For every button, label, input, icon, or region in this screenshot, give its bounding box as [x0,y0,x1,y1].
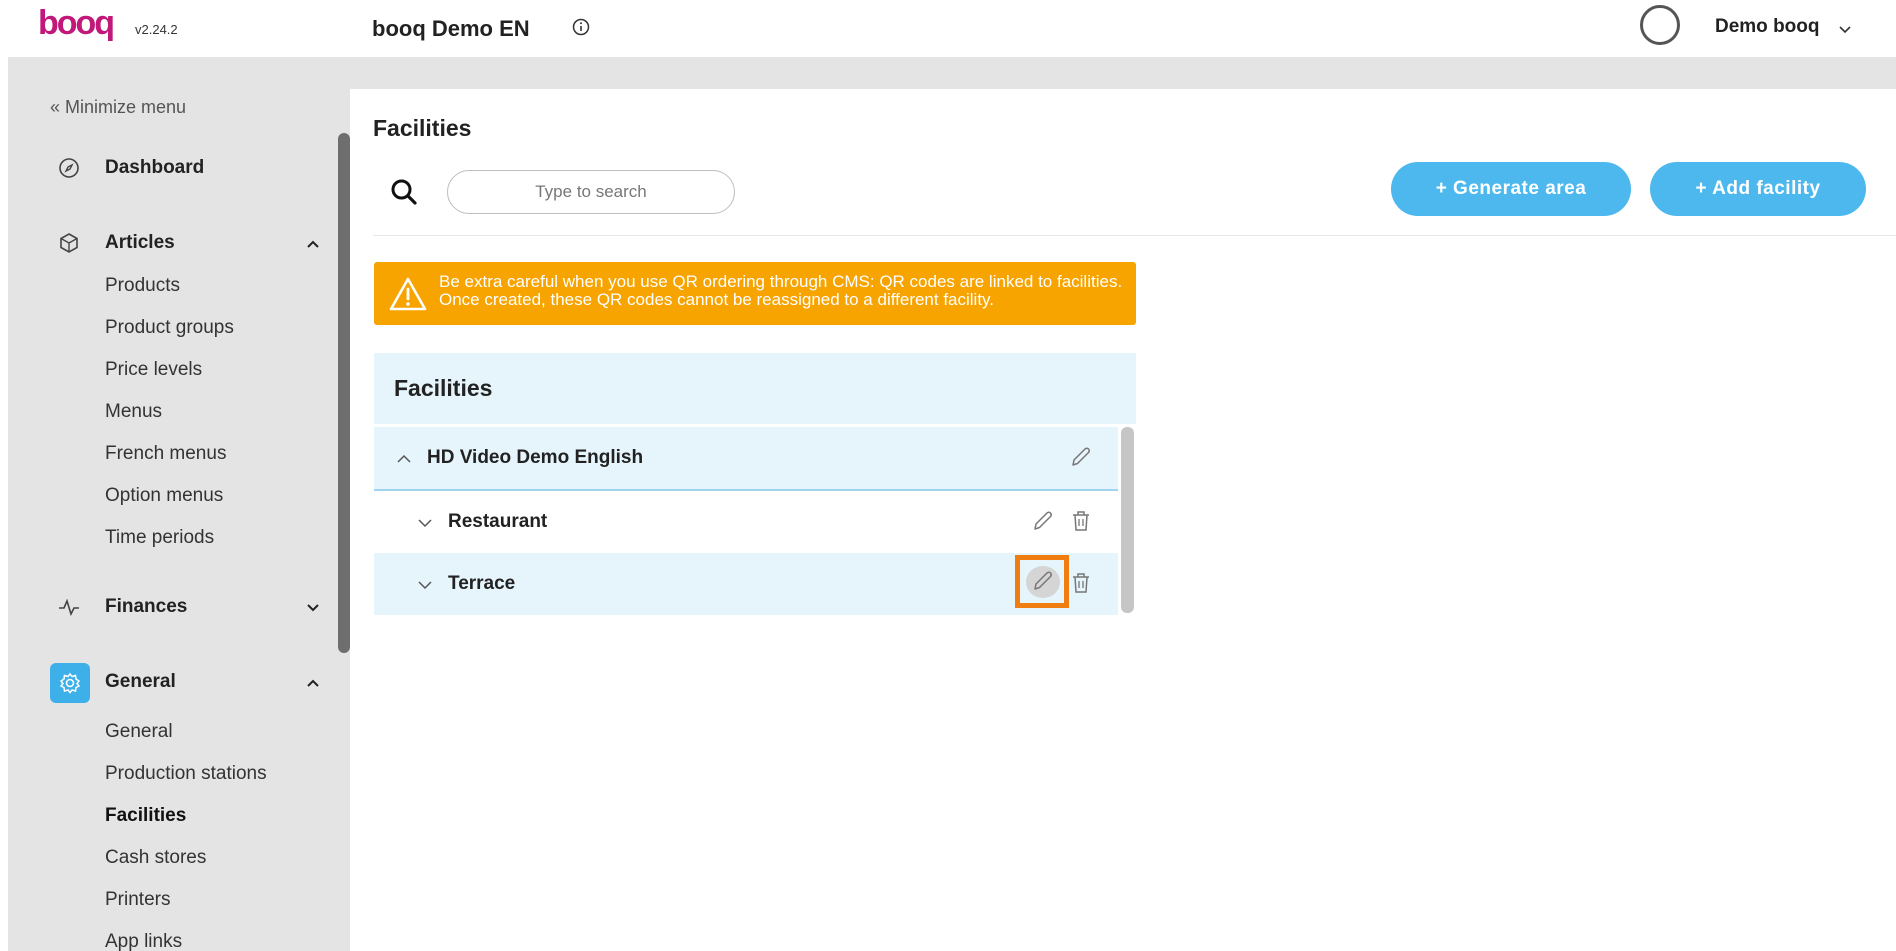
sidebar-item-time-periods[interactable]: Time periods [105,527,214,549]
sidebar-item-option-menus[interactable]: Option menus [105,485,223,507]
chevron-down-icon[interactable] [417,515,433,533]
chevron-up-icon[interactable] [396,451,412,469]
sidebar-item-app-links[interactable]: App links [105,931,182,951]
info-icon[interactable] [572,18,590,41]
sidebar-item-menus[interactable]: Menus [105,401,162,423]
search-input[interactable] [447,170,735,214]
facilities-panel-title: Facilities [394,375,493,401]
sidebar-item-general-settings[interactable]: General [105,721,173,743]
sidebar-item-cash-stores[interactable]: Cash stores [105,847,206,869]
chevron-down-icon[interactable] [306,600,320,618]
qr-warning-banner: Be extra careful when you use QR orderin… [374,262,1136,325]
edit-terrace-highlight[interactable] [1015,555,1069,608]
facility-name: Restaurant [448,511,548,532]
facility-row-restaurant[interactable]: Restaurant [374,491,1118,554]
activity-icon [58,596,80,618]
warning-triangle-icon [388,276,428,317]
user-menu-name[interactable]: Demo booq [1715,16,1820,38]
sidebar-item-articles[interactable]: Articles [8,222,338,264]
chevron-down-icon[interactable] [417,577,433,595]
svg-text:booq: booq [38,6,113,42]
sidebar-item-label: Finances [105,596,188,617]
sidebar-item-dashboard[interactable]: Dashboard [8,147,338,189]
sidebar-item-product-groups[interactable]: Product groups [105,317,234,339]
booq-logo[interactable]: booq [38,4,128,51]
gear-icon [50,663,90,703]
facility-name: HD Video Demo English [427,447,644,468]
sidebar-item-price-levels[interactable]: Price levels [105,359,202,381]
sidebar-item-products[interactable]: Products [105,275,180,297]
box-icon [58,232,80,254]
sidebar-scrollbar[interactable] [338,133,350,653]
sidebar-item-label: Articles [105,232,175,253]
sidebar-item-printers[interactable]: Printers [105,889,170,911]
chevron-up-icon[interactable] [306,675,320,693]
sidebar-item-label: Dashboard [105,157,205,178]
pencil-icon[interactable] [1069,445,1093,474]
sidebar-item-general[interactable]: General [8,661,338,703]
sidebar-item-production-stations[interactable]: Production stations [105,763,267,785]
page-title: Facilities [373,115,472,141]
generate-area-button[interactable]: + Generate area [1391,162,1631,216]
trash-icon[interactable] [1070,571,1092,600]
add-facility-button[interactable]: + Add facility [1650,162,1866,216]
facility-row-terrace[interactable]: Terrace [374,553,1118,615]
facilities-panel-header: Facilities [374,353,1136,424]
avatar[interactable] [1640,5,1680,45]
minimize-menu-button[interactable]: « Minimize menu [50,97,186,118]
sidebar: « Minimize menu Dashboard Articles Produ… [8,57,350,951]
sidebar-item-french-menus[interactable]: French menus [105,443,226,465]
top-bar: booq v2.24.2 booq Demo EN Demo booq [0,0,1896,57]
app-version: v2.24.2 [135,22,178,37]
facility-name: Terrace [448,573,516,594]
organization-title: booq Demo EN [372,16,530,41]
toolbar-divider [373,235,1896,236]
trash-icon[interactable] [1070,509,1092,538]
search-icon[interactable] [390,178,418,211]
sidebar-item-facilities[interactable]: Facilities [105,805,186,827]
sidebar-item-label: General [105,671,176,692]
warning-text: Be extra careful when you use QR orderin… [439,272,1123,309]
facilities-list-scrollbar[interactable] [1121,427,1134,613]
pencil-icon[interactable] [1031,509,1055,538]
chevron-up-icon[interactable] [306,236,320,254]
facility-row-hd-video-demo-english[interactable]: HD Video Demo English [374,427,1118,491]
compass-icon [58,157,80,179]
chevron-down-icon[interactable] [1838,22,1852,40]
sidebar-item-finances[interactable]: Finances [8,586,338,628]
